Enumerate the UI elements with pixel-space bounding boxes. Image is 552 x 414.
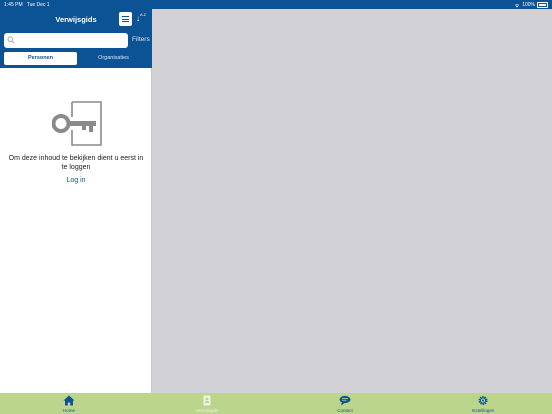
chat-icon [339, 395, 351, 406]
list-view-button[interactable] [119, 12, 132, 26]
search-icon [7, 36, 15, 44]
sort-az-button[interactable]: ↓ A Z [136, 12, 146, 26]
tab-home[interactable]: Home [39, 393, 99, 414]
battery-percent: 100% [522, 2, 535, 8]
gear-icon [478, 396, 488, 405]
login-link[interactable]: Log in [0, 177, 152, 184]
status-bar: 1:45 PM Tue Dec 1 100% [0, 0, 552, 9]
filters-button[interactable]: Filters [132, 36, 150, 43]
segment-organisaties[interactable]: Organisaties [77, 52, 150, 65]
tab-contact[interactable]: Contact [315, 393, 375, 414]
wifi-icon [514, 3, 520, 7]
battery-icon [537, 2, 548, 8]
status-time: 1:45 PM Tue Dec 1 [4, 2, 50, 8]
segment-personen[interactable]: Personen [4, 52, 77, 65]
sidebar-header: Verwijsgids ↓ A Z Filters Personen Organ… [0, 9, 152, 68]
tab-verwijsgids[interactable]: Verwijsgids [177, 393, 237, 414]
home-icon [63, 395, 75, 406]
search-input[interactable] [4, 33, 128, 48]
tab-label: Contact [337, 407, 353, 413]
tab-label: Verwijsgids [195, 407, 219, 413]
sort-label: A Z [140, 12, 147, 17]
tab-label: Home [62, 407, 75, 413]
tab-instellingen[interactable]: Instellingen [453, 393, 513, 414]
tab-label: Instellingen [471, 407, 495, 413]
list-icon [122, 16, 129, 17]
tab-bar: Home Verwijsgids Contact Instellingen [0, 393, 552, 414]
directory-icon [203, 395, 211, 406]
key-document-icon [52, 101, 102, 146]
login-message: Om deze inhoud te bekijken dient u eerst… [8, 155, 144, 171]
status-right: 100% [514, 2, 548, 8]
segmented-control: Personen Organisaties [4, 52, 150, 65]
